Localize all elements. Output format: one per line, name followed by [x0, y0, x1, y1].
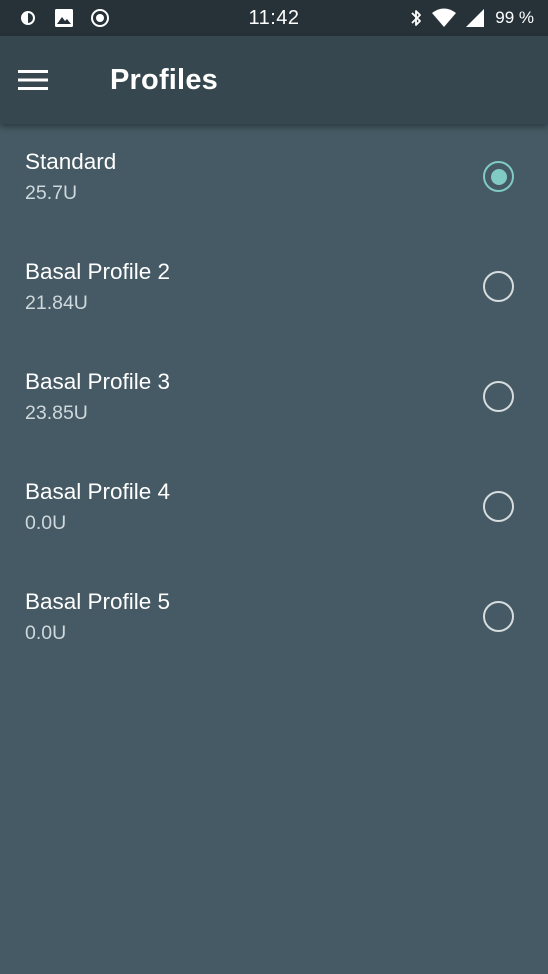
profile-item-basal-profile-2[interactable]: Basal Profile 2 21.84U	[0, 234, 548, 344]
profile-list: Standard 25.7U Basal Profile 2 21.84U Ba…	[0, 124, 548, 674]
profile-name: Standard	[25, 149, 117, 174]
wifi-icon	[432, 8, 457, 27]
profile-total: 21.84U	[25, 292, 88, 314]
profile-name: Basal Profile 3	[25, 369, 171, 394]
profile-total: 0.0U	[25, 622, 67, 644]
app-bar: Profiles	[0, 36, 548, 124]
profile-item-basal-profile-4[interactable]: Basal Profile 4 0.0U	[0, 454, 548, 564]
page-title: Profiles	[110, 64, 218, 96]
profile-radio-button[interactable]	[483, 271, 514, 302]
profile-radio-button[interactable]	[483, 381, 514, 412]
hamburger-menu-icon	[18, 70, 48, 90]
cell-signal-icon	[466, 9, 485, 27]
battery-percentage: 99 %	[495, 8, 534, 27]
profile-name: Basal Profile 4	[25, 479, 171, 504]
profile-item-basal-profile-5[interactable]: Basal Profile 5 0.0U	[0, 564, 548, 674]
radio-dot	[490, 168, 507, 185]
profile-item-basal-profile-3[interactable]: Basal Profile 3 23.85U	[0, 344, 548, 454]
profile-name: Basal Profile 5	[25, 589, 171, 614]
profile-total: 23.85U	[25, 402, 88, 424]
profile-name: Basal Profile 2	[25, 259, 171, 284]
screen: 11:42 99 % Profiles Standard 25.7U Basal…	[0, 0, 548, 974]
status-bar: 11:42 99 %	[0, 0, 548, 36]
profile-radio-button[interactable]	[483, 161, 514, 192]
profile-radio-button[interactable]	[483, 601, 514, 632]
profile-total: 0.0U	[25, 512, 67, 534]
navigation-menu-button[interactable]	[18, 60, 66, 100]
profile-total: 25.7U	[25, 182, 78, 204]
bluetooth-icon	[411, 10, 422, 26]
status-right-icons: 99 %	[409, 8, 534, 28]
profile-radio-button[interactable]	[483, 491, 514, 522]
profile-item-standard[interactable]: Standard 25.7U	[0, 124, 548, 234]
